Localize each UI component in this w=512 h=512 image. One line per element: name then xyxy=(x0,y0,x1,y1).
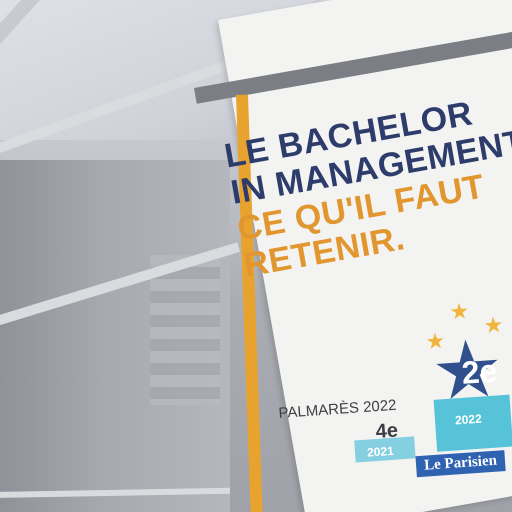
photo-scene: LE BACHELOR IN MANAGEMENT, CE QU'IL FAUT… xyxy=(0,0,512,512)
current-rank: 2e xyxy=(460,352,499,391)
le-parisien-logo: Le Parisien xyxy=(415,450,506,478)
background-window xyxy=(150,255,220,405)
current-year: 2022 xyxy=(454,411,483,428)
ranking-podium: ★ ★ ★ ★ 2e 2022 4e 2021 Le Parisien xyxy=(330,298,512,492)
previous-year: 2021 xyxy=(366,443,395,460)
gold-star-icon: ★ xyxy=(448,298,471,325)
